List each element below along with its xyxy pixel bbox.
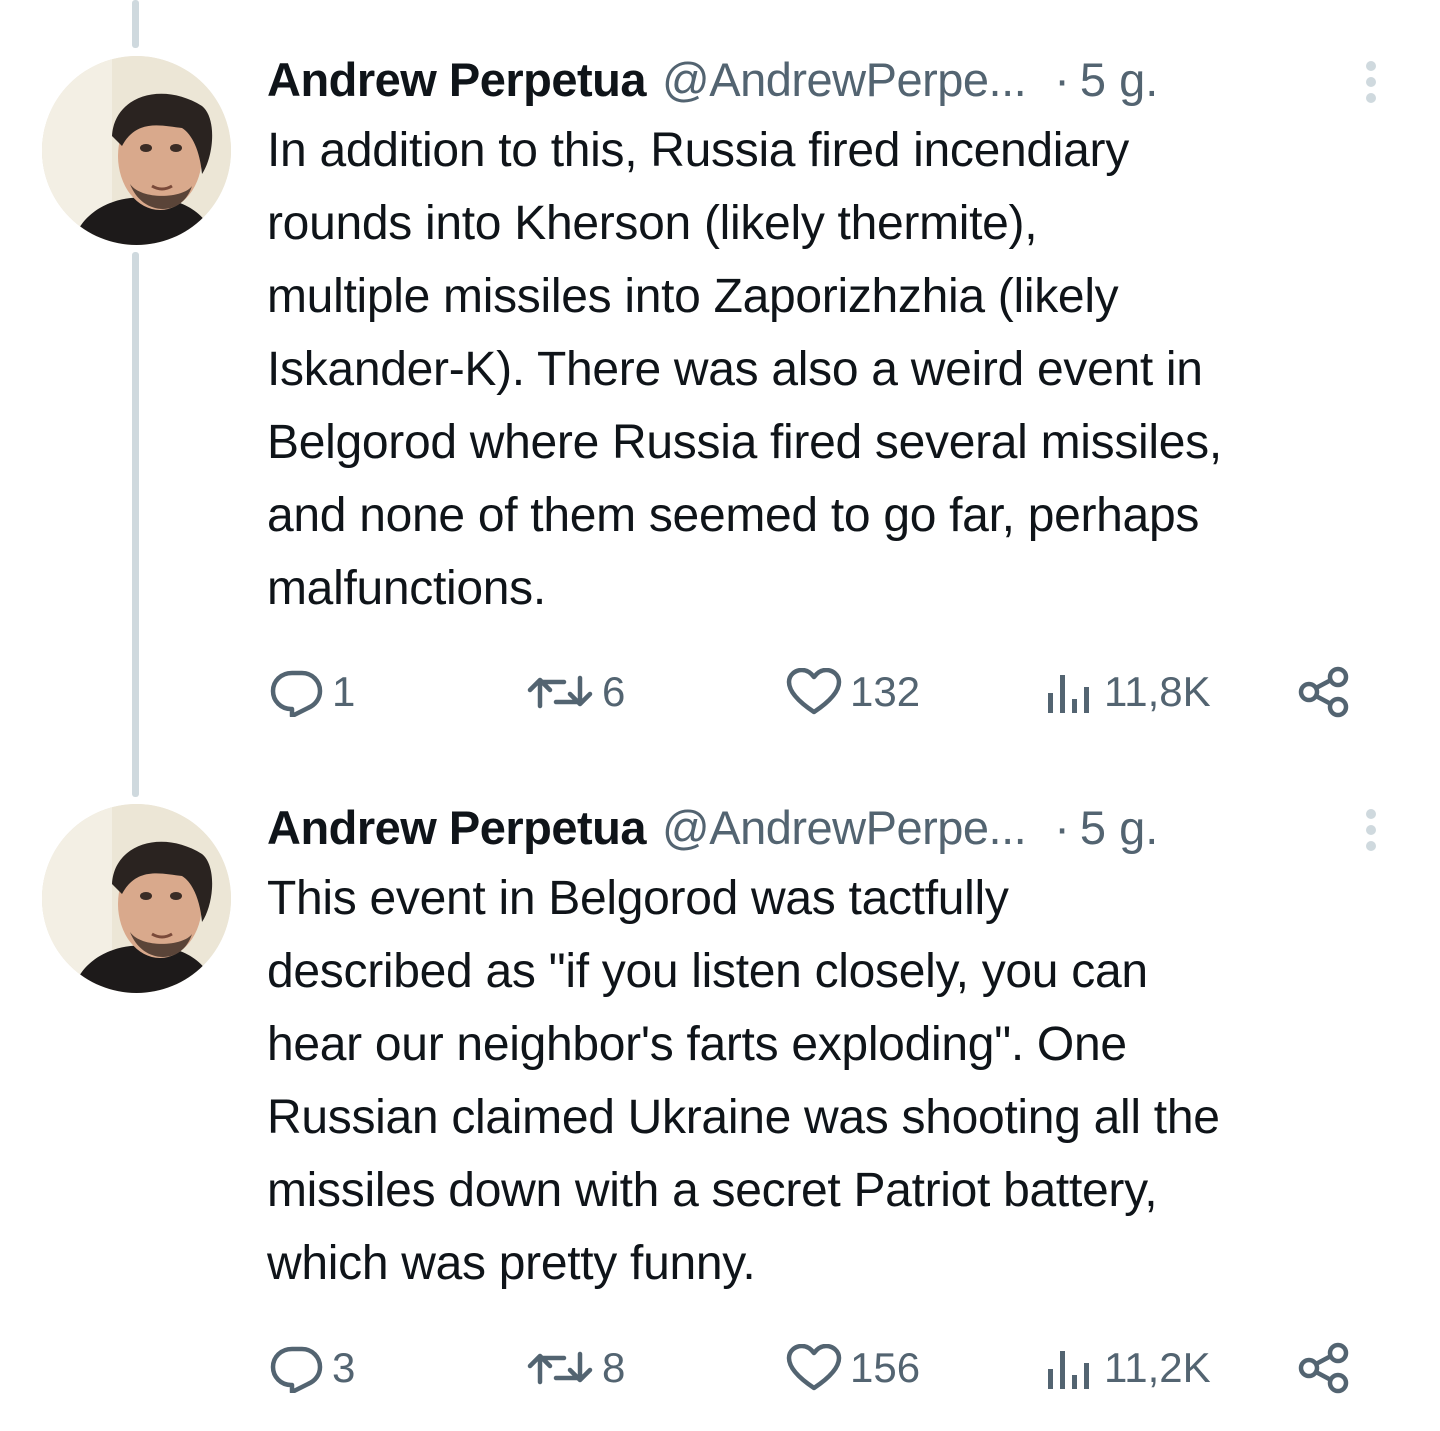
more-options-icon: [1366, 809, 1376, 851]
retweet-button[interactable]: 6: [526, 662, 625, 722]
reply-button[interactable]: 3: [270, 1338, 355, 1398]
like-count: 132: [850, 668, 921, 715]
retweet-icon: [527, 675, 593, 709]
avatar-image: [42, 56, 231, 245]
avatar[interactable]: [42, 804, 231, 993]
tweet-header: Andrew Perpetua @AndrewPerpe... · 5 g.: [267, 50, 1158, 110]
tweet[interactable]: Andrew Perpetua @AndrewPerpe... · 5 g. T…: [0, 798, 1440, 1418]
share-icon: [1298, 1342, 1349, 1394]
author-handle[interactable]: @AndrewPerpe...: [662, 798, 1027, 858]
reply-button[interactable]: 1: [270, 662, 355, 722]
reply-icon: [270, 1346, 323, 1393]
separator-dot: ·: [1054, 801, 1070, 854]
separator-dot: ·: [1054, 53, 1070, 106]
views-count: 11,2K: [1104, 1344, 1211, 1391]
reply-count: 3: [332, 1344, 356, 1391]
tweet-actions: 1 6 132 11,8K: [270, 662, 1370, 722]
share-button[interactable]: [1298, 662, 1350, 722]
share-icon: [1298, 666, 1349, 718]
thread-line-top: [132, 0, 139, 48]
views-count: 11,8K: [1104, 668, 1211, 715]
like-button[interactable]: 132: [786, 662, 920, 722]
retweet-count: 8: [602, 1344, 626, 1391]
avatar-image: [42, 804, 231, 993]
author-name[interactable]: Andrew Perpetua: [267, 50, 647, 110]
more-options-button[interactable]: [1356, 58, 1386, 106]
reply-icon: [270, 670, 323, 717]
tweet-actions: 3 8 156 11,2K: [270, 1338, 1370, 1398]
avatar[interactable]: [42, 56, 231, 245]
like-count: 156: [850, 1344, 921, 1391]
like-button[interactable]: 156: [786, 1338, 920, 1398]
timestamp[interactable]: 5 g.: [1080, 50, 1158, 110]
heart-icon: [786, 668, 842, 715]
tweet[interactable]: Andrew Perpetua @AndrewPerpe... · 5 g. I…: [0, 50, 1440, 730]
author-handle[interactable]: @AndrewPerpe...: [662, 50, 1027, 110]
more-options-button[interactable]: [1356, 806, 1386, 854]
views-icon: [1048, 1351, 1089, 1389]
reply-count: 1: [332, 668, 356, 715]
retweet-icon: [527, 1351, 593, 1385]
share-button[interactable]: [1298, 1338, 1350, 1398]
views-button[interactable]: 11,2K: [1046, 1338, 1211, 1398]
tweet-text: This event in Belgorod was tactfully des…: [267, 872, 1220, 1290]
retweet-count: 6: [602, 668, 626, 715]
timestamp[interactable]: 5 g.: [1080, 798, 1158, 858]
tweet-text: In addition to this, Russia fired incend…: [267, 124, 1222, 615]
views-icon: [1048, 675, 1089, 713]
more-options-icon: [1366, 61, 1376, 103]
retweet-button[interactable]: 8: [526, 1338, 625, 1398]
tweet-header: Andrew Perpetua @AndrewPerpe... · 5 g.: [267, 798, 1158, 858]
views-button[interactable]: 11,8K: [1046, 662, 1211, 722]
heart-icon: [786, 1344, 842, 1391]
author-name[interactable]: Andrew Perpetua: [267, 798, 647, 858]
